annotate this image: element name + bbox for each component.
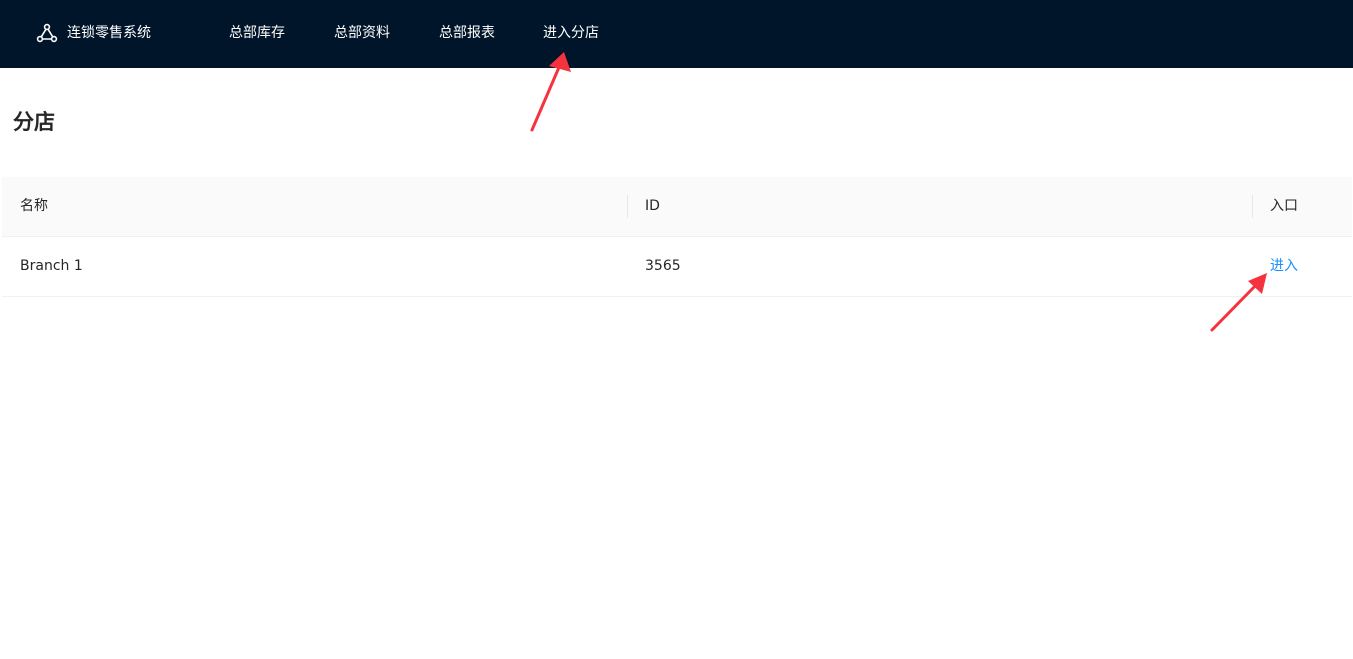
page-title: 分店: [13, 110, 55, 134]
column-header-name: 名称: [20, 198, 48, 214]
branch-table: 名称 ID 入口 Branch 1 3565 进入: [2, 177, 1352, 297]
top-navigation-bar: 连锁零售系统 总部库存 总部资料 总部报表 进入分店: [0, 0, 1353, 68]
branch-name-cell: Branch 1: [20, 258, 83, 274]
column-divider: [1252, 195, 1253, 218]
enter-branch-link[interactable]: 进入: [1270, 237, 1298, 296]
app-name: 连锁零售系统: [67, 25, 151, 41]
branch-id-cell: 3565: [645, 258, 681, 274]
nav-item-hq-reports[interactable]: 总部报表: [439, 20, 495, 46]
nav-item-hq-data[interactable]: 总部资料: [334, 20, 390, 46]
nav-item-hq-inventory[interactable]: 总部库存: [229, 20, 285, 46]
column-header-id: ID: [645, 198, 660, 214]
column-divider: [627, 195, 628, 218]
branch-nodes-icon: [36, 23, 58, 43]
column-header-entry: 入口: [1270, 198, 1298, 214]
brand[interactable]: 连锁零售系统: [36, 20, 151, 46]
annotation-arrows: [530, 52, 1267, 332]
nav-item-enter-branch[interactable]: 进入分店: [543, 20, 599, 46]
table-row: Branch 1 3565 进入: [2, 237, 1352, 297]
table-header: 名称 ID 入口: [2, 177, 1352, 237]
